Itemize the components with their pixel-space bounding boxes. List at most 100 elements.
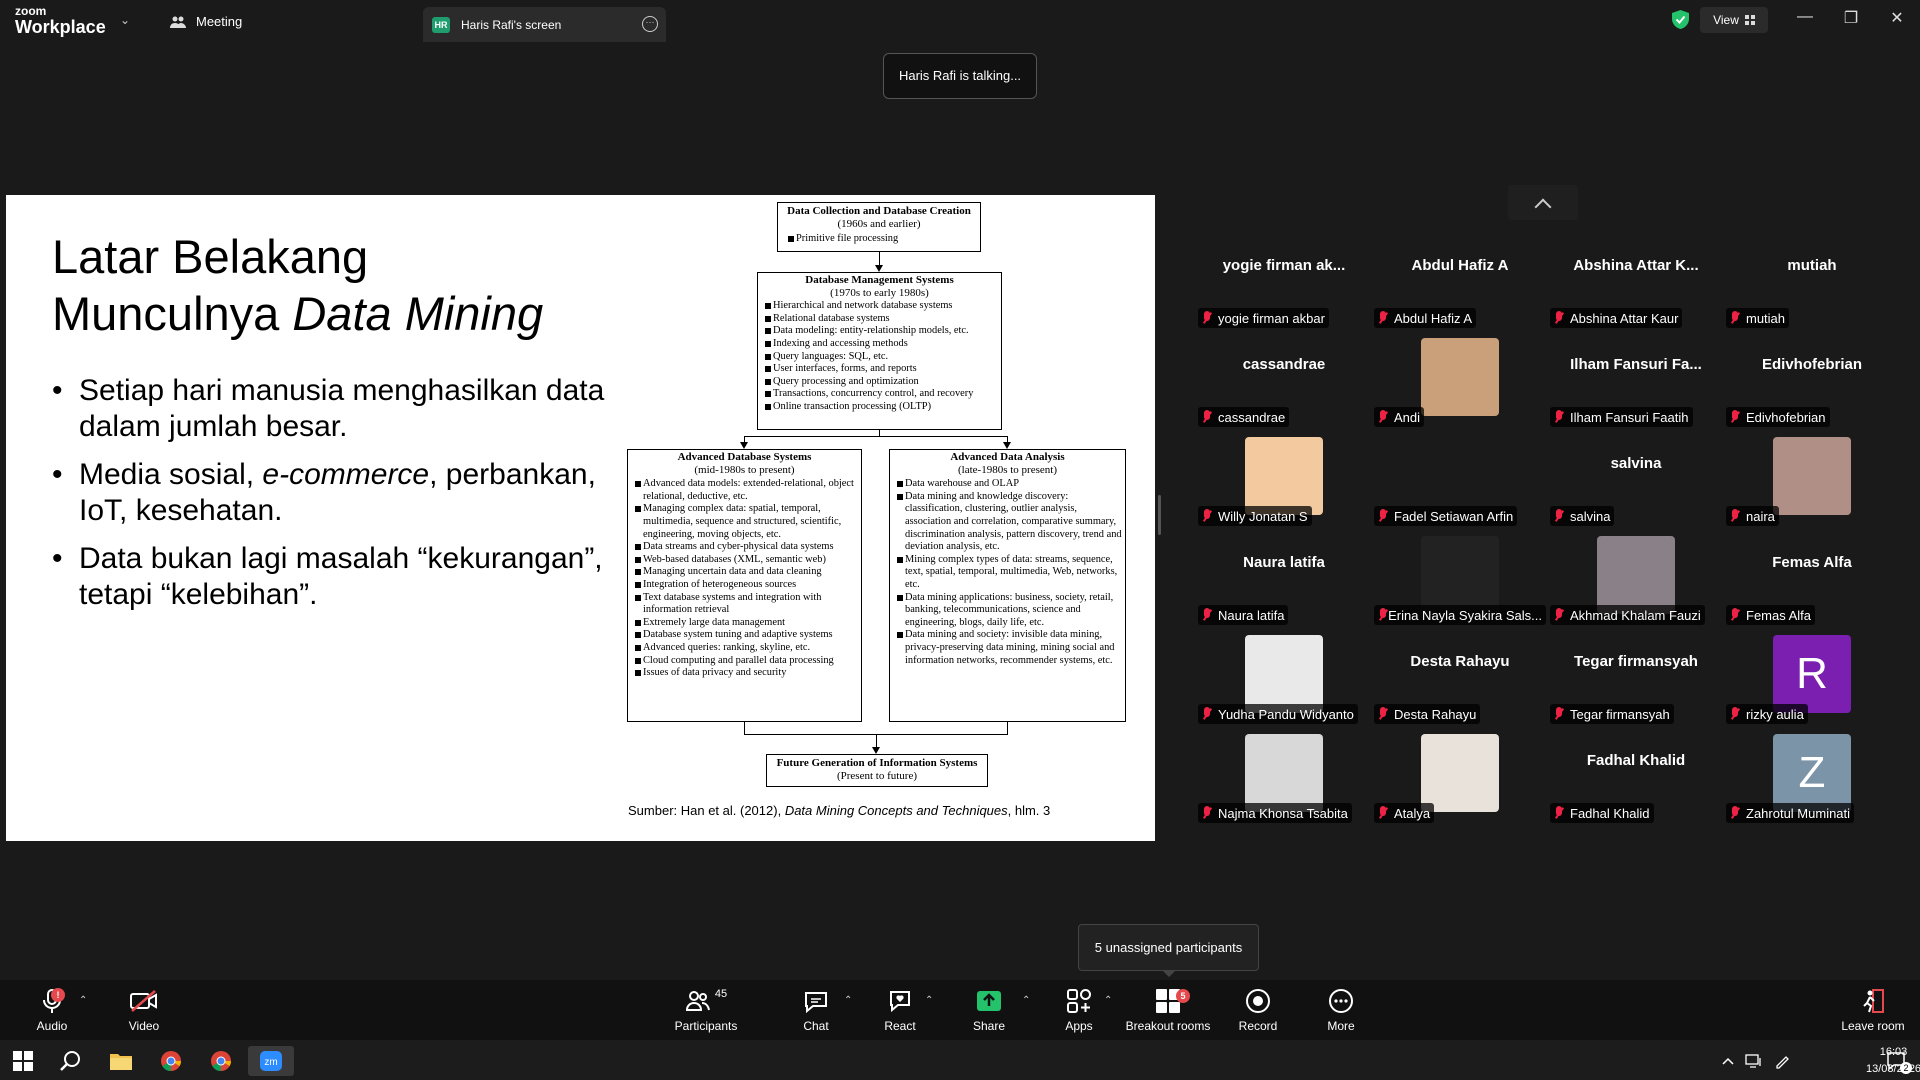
- participants-button[interactable]: 45 Participants: [666, 986, 746, 1033]
- react-options-caret[interactable]: ⌃: [925, 995, 933, 1006]
- video-button[interactable]: Video: [104, 986, 184, 1033]
- chrome-icon[interactable]: [152, 1046, 190, 1076]
- participant-tile[interactable]: Atalya: [1372, 725, 1548, 824]
- diagram-item: Data mining and society: invisible data …: [893, 629, 1122, 667]
- mic-muted-icon: [1202, 806, 1212, 820]
- bullet-item: Data bukan lagi masalah “kekurangan”, te…: [52, 541, 612, 613]
- mic-muted-icon: [1202, 608, 1212, 622]
- audio-options-caret[interactable]: ⌃: [79, 995, 87, 1006]
- zoom-app-icon[interactable]: zm: [248, 1046, 294, 1076]
- audio-alert-badge: !: [51, 988, 65, 1002]
- shield-check-icon[interactable]: [1672, 10, 1689, 29]
- share-options-caret[interactable]: ⌃: [1022, 995, 1030, 1006]
- participant-tile[interactable]: Tegar firmansyah Tegar firmansyah: [1548, 626, 1724, 725]
- more-options-icon[interactable]: ···: [642, 16, 658, 32]
- box-items: Advanced data models: extended-relationa…: [628, 476, 861, 680]
- chat-button[interactable]: Chat: [776, 986, 856, 1033]
- participant-tile[interactable]: Rrizky aulia: [1724, 626, 1900, 725]
- participants-label: Participants: [674, 1019, 738, 1033]
- participant-tile[interactable]: Willy Jonatan S: [1196, 428, 1372, 527]
- participant-caption: Desta Rahayu: [1374, 704, 1481, 724]
- participant-tile[interactable]: Abdul Hafiz A Abdul Hafiz A: [1372, 230, 1548, 329]
- record-button[interactable]: Record: [1218, 986, 1298, 1033]
- logo-top: zoom: [15, 4, 47, 18]
- participant-tile[interactable]: Najma Khonsa Tsabita: [1196, 725, 1372, 824]
- box-subtitle: (mid-1980s to present): [694, 463, 795, 476]
- tab-shared-screen[interactable]: HR Haris Rafi's screen ···: [423, 7, 666, 42]
- participant-tile[interactable]: Fadhal Khalid Fadhal Khalid: [1548, 725, 1724, 824]
- chat-options-caret[interactable]: ⌃: [844, 995, 852, 1006]
- mic-muted-icon: [1730, 311, 1740, 325]
- participant-tile[interactable]: salvina salvina: [1548, 428, 1724, 527]
- participant-caption-text: Najma Khonsa Tsabita: [1218, 805, 1348, 821]
- chevron-up-icon[interactable]: [1718, 1046, 1738, 1076]
- leave-room-button[interactable]: Leave room: [1832, 986, 1914, 1033]
- notification-icon[interactable]: 2: [1880, 1046, 1914, 1076]
- participant-tile[interactable]: Yudha Pandu Widyanto: [1196, 626, 1372, 725]
- participant-tile[interactable]: Edivhofebrian Edivhofebrian: [1724, 329, 1900, 428]
- search-icon[interactable]: [52, 1046, 90, 1076]
- diagram-item: Transactions, concurrency control, and r…: [761, 388, 1001, 401]
- participant-tile[interactable]: Andi: [1372, 329, 1548, 428]
- participant-tile[interactable]: Femas Alfa Femas Alfa: [1724, 527, 1900, 626]
- box-title: Future Generation of Information Systems: [776, 757, 978, 769]
- mic-muted-icon: [1378, 806, 1388, 820]
- box-items: Data warehouse and OLAP Data mining and k…: [890, 476, 1125, 667]
- participant-tile[interactable]: cassandrae cassandrae: [1196, 329, 1372, 428]
- minimize-icon[interactable]: —: [1790, 8, 1820, 26]
- mic-muted-icon: [1554, 707, 1564, 721]
- chrome-profile-icon[interactable]: [202, 1046, 240, 1076]
- participant-tile[interactable]: Ilham Fansuri Fa... Ilham Fansuri Faatih: [1548, 329, 1724, 428]
- file-explorer-icon[interactable]: [102, 1046, 140, 1076]
- participant-tile[interactable]: Akhmad Khalam Fauzi: [1548, 527, 1724, 626]
- windows-start-icon[interactable]: [4, 1046, 42, 1076]
- restore-icon[interactable]: ❐: [1836, 8, 1866, 28]
- participant-tile[interactable]: Abshina Attar K... Abshina Attar Kaur: [1548, 230, 1724, 329]
- tab-meeting[interactable]: Meeting: [170, 14, 242, 29]
- mic-muted-icon: [1554, 311, 1564, 325]
- participant-caption-text: Naura latifa: [1218, 607, 1285, 623]
- participant-caption-text: salvina: [1570, 508, 1611, 524]
- arrow-head: [740, 442, 748, 449]
- diagram-item: Advanced data models: extended-relationa…: [631, 478, 858, 503]
- split-resize-handle[interactable]: [1158, 495, 1161, 535]
- participant-name: Abshina Attar K...: [1573, 257, 1699, 274]
- participant-tile[interactable]: Fadel Setiawan Arfin: [1372, 428, 1548, 527]
- apps-button[interactable]: Apps: [1039, 986, 1119, 1033]
- breakout-tooltip: 5 unassigned participants: [1078, 924, 1259, 977]
- breakout-badge: 5: [1176, 989, 1190, 1003]
- participant-caption-text: Willy Jonatan S: [1218, 508, 1308, 524]
- apps-options-caret[interactable]: ⌃: [1104, 995, 1112, 1006]
- participant-caption: Yudha Pandu Widyanto: [1198, 704, 1358, 724]
- participant-tile[interactable]: Erina Nayla Syakira Sals...: [1372, 527, 1548, 626]
- avatar: HR: [432, 16, 450, 33]
- close-icon[interactable]: ✕: [1882, 8, 1912, 28]
- view-button[interactable]: View: [1700, 7, 1768, 33]
- chevron-down-icon[interactable]: ⌄: [120, 13, 130, 27]
- participant-photo: [1245, 635, 1323, 713]
- participants-count: 45: [714, 988, 728, 1000]
- zoom-logo[interactable]: zoom Workplace: [15, 5, 106, 36]
- more-button[interactable]: More: [1301, 986, 1381, 1033]
- tab-meeting-label: Meeting: [196, 14, 243, 29]
- pen-icon[interactable]: [1770, 1046, 1794, 1076]
- diagram-item: Relational database systems: [761, 313, 1001, 326]
- participant-caption-text: Zahrotul Muminati: [1746, 805, 1851, 821]
- participant-tile[interactable]: Z Zahrotul Muminati: [1724, 725, 1900, 824]
- participant-tile[interactable]: Desta Rahayu Desta Rahayu: [1372, 626, 1548, 725]
- scroll-up-button[interactable]: [1508, 185, 1578, 220]
- participant-caption: Edivhofebrian: [1726, 407, 1830, 427]
- network-icon[interactable]: [1742, 1046, 1766, 1076]
- participant-tile[interactable]: mutiah mutiah: [1724, 230, 1900, 329]
- share-button[interactable]: Share: [949, 986, 1029, 1033]
- participant-tile[interactable]: naira: [1724, 428, 1900, 527]
- diagram-box-future: Future Generation of Information Systems…: [766, 754, 988, 787]
- react-button[interactable]: React: [860, 986, 940, 1033]
- participant-tile[interactable]: Naura latifa Naura latifa: [1196, 527, 1372, 626]
- diagram-item: Text database systems and integration wi…: [631, 592, 858, 617]
- participant-tile[interactable]: yogie firman ak... yogie firman akbar: [1196, 230, 1372, 329]
- participant-photo: [1245, 437, 1323, 515]
- more-icon: [1329, 989, 1353, 1013]
- breakout-rooms-button[interactable]: Breakout rooms: [1118, 986, 1218, 1033]
- participant-name: Desta Rahayu: [1410, 653, 1510, 670]
